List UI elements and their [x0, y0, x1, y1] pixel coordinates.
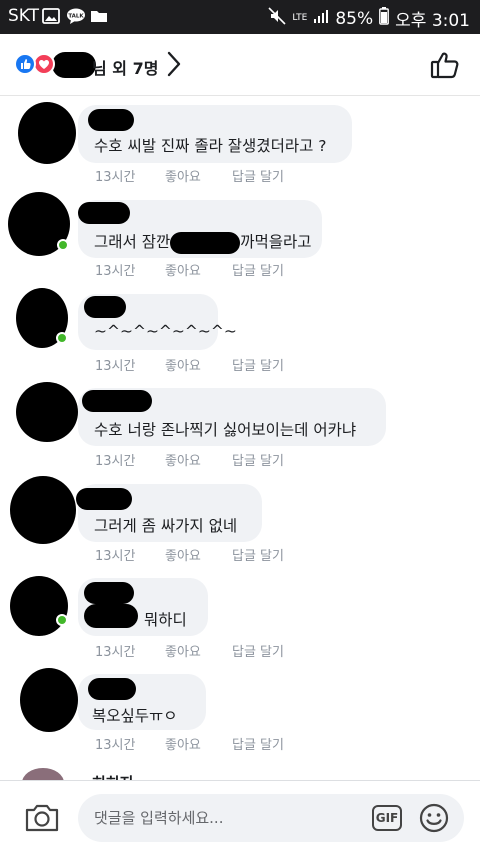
comment-bubble[interactable]: 뭐하디 — [78, 578, 208, 636]
comment-item: 그러게 좀 싸가지 없네 13시간 좋아요 답글 달기 — [0, 472, 480, 568]
like-link[interactable]: 좋아요 — [165, 450, 232, 469]
comment-bubble[interactable]: 복오싶두ㅠㅇ — [78, 674, 206, 730]
like-link[interactable]: 좋아요 — [165, 355, 232, 374]
avatar[interactable] — [22, 768, 64, 780]
battery-percent: 85% — [335, 8, 374, 29]
comment-text: 그래서 잠깐 까먹을라고 — [94, 230, 312, 254]
reply-link[interactable]: 답글 달기 — [232, 450, 284, 469]
reply-link[interactable]: 답글 달기 — [232, 166, 284, 185]
status-right: LTE 85% 오후 3:01 — [268, 6, 470, 31]
redacted-author — [84, 296, 126, 318]
reactors-count: 님 외 7명 — [92, 59, 159, 78]
comment-time: 13시간 — [95, 549, 136, 564]
like-reaction-icon — [14, 53, 36, 75]
reply-link[interactable]: 답글 달기 — [232, 641, 284, 660]
comment-bubble[interactable]: 그래서 잠깐 까먹을라고 — [78, 200, 322, 258]
redacted-author — [88, 678, 136, 700]
avatar[interactable] — [20, 668, 78, 732]
partial-author: 히히지 — [92, 772, 133, 780]
redacted-author — [76, 488, 132, 510]
comment-text: ~^~^~^~^~^~ — [94, 322, 237, 340]
redacted-author — [88, 109, 134, 131]
comment-actions: 13시간 좋아요 답글 달기 — [95, 260, 284, 279]
comment-item: 복오싶두ㅠㅇ 13시간 좋아요 답글 달기 — [0, 664, 480, 764]
comment-actions: 13시간 좋아요 답글 달기 — [95, 355, 284, 374]
online-indicator — [56, 614, 68, 626]
comment-text-part: 그래서 잠깐 — [94, 233, 171, 251]
comment-time: 13시간 — [95, 454, 136, 469]
avatar[interactable] — [18, 102, 76, 164]
comment-actions: 13시간 좋아요 답글 달기 — [95, 166, 284, 185]
comment-bubble[interactable]: ~^~^~^~^~^~ — [78, 294, 237, 350]
comment-time: 13시간 — [95, 359, 136, 374]
comment-bubble[interactable]: 수호 씨발 진짜 졸라 잘생겼더라고 ? — [78, 105, 352, 163]
comment-bubble[interactable]: 그러게 좀 싸가지 없네 — [76, 484, 262, 542]
camera-icon[interactable] — [24, 803, 60, 837]
reply-link[interactable]: 답글 달기 — [232, 734, 284, 753]
redacted-word — [84, 604, 138, 628]
comment-actions: 13시간 좋아요 답글 달기 — [95, 545, 284, 564]
like-link[interactable]: 좋아요 — [165, 545, 232, 564]
online-indicator — [56, 332, 68, 344]
love-reaction-icon — [33, 53, 55, 75]
comment-time: 13시간 — [95, 170, 136, 185]
comment-item: 수호 씨발 진짜 졸라 잘생겼더라고 ? 13시간 좋아요 답글 달기 — [0, 96, 480, 188]
comment-bubble[interactable]: 수호 너랑 존나찍기 싫어보이는데 어카냐 — [78, 388, 386, 446]
comment-text: 뭐하디 — [144, 611, 187, 629]
status-bar: SKT TALK LTE 85% 오후 3:01 — [0, 0, 480, 34]
comment-time: 13시간 — [95, 264, 136, 279]
thumbs-up-icon[interactable] — [430, 51, 460, 83]
battery-icon — [379, 7, 390, 30]
reply-link[interactable]: 답글 달기 — [232, 355, 284, 374]
comment-item: 그래서 잠깐 까먹을라고 13시간 좋아요 답글 달기 — [0, 188, 480, 280]
comment-time: 13시간 — [95, 645, 136, 660]
comment-text: 복오싶두ㅠㅇ — [92, 707, 178, 725]
partial-comment: 히히지 — [0, 764, 480, 780]
comment-text: 수호 씨발 진짜 졸라 잘생겼더라고 ? — [94, 137, 327, 155]
redacted-author — [82, 390, 152, 412]
clock: 오후 3:01 — [395, 11, 470, 31]
comment-item: 수호 너랑 존나찍기 싫어보이는데 어카냐 13시간 좋아요 답글 달기 — [0, 376, 480, 472]
carrier-label: SKT — [8, 6, 40, 26]
comment-composer: GIF — [0, 780, 480, 853]
comment-actions: 13시간 좋아요 답글 달기 — [95, 641, 284, 660]
comment-text: 그러게 좀 싸가지 없네 — [94, 517, 238, 535]
mute-icon — [268, 7, 286, 30]
comment-text-part: 까먹을라고 — [240, 233, 312, 251]
avatar[interactable] — [10, 576, 68, 636]
emoji-icon[interactable] — [419, 803, 449, 837]
signal-icon — [313, 8, 329, 29]
avatar[interactable] — [10, 476, 76, 544]
network-label: LTE — [292, 13, 308, 23]
like-link[interactable]: 좋아요 — [165, 734, 232, 753]
comment-input[interactable] — [78, 794, 464, 842]
comment-item: 뭐하디 13시간 좋아요 답글 달기 — [0, 568, 480, 664]
comment-actions: 13시간 좋아요 답글 달기 — [95, 734, 284, 753]
redacted-name — [52, 52, 96, 78]
redacted-author — [84, 582, 134, 604]
redacted-author — [78, 202, 130, 224]
talk-icon: TALK — [66, 8, 86, 28]
gif-button[interactable]: GIF — [372, 805, 402, 831]
comment-time: 13시간 — [95, 738, 136, 753]
like-link[interactable]: 좋아요 — [165, 641, 232, 660]
folder-icon — [90, 8, 108, 28]
reply-link[interactable]: 답글 달기 — [232, 545, 284, 564]
redacted-word — [170, 231, 241, 254]
svg-text:TALK: TALK — [68, 14, 84, 20]
comment-text: 수호 너랑 존나찍기 싫어보이는데 어카냐 — [94, 421, 357, 439]
like-link[interactable]: 좋아요 — [165, 260, 232, 279]
reactions-header[interactable]: 님 외 7명 — [0, 34, 480, 96]
comment-item: ~^~^~^~^~^~ 13시간 좋아요 답글 달기 — [0, 280, 480, 376]
online-indicator — [57, 239, 69, 251]
image-icon — [42, 8, 60, 28]
chevron-right-icon[interactable] — [166, 50, 182, 82]
reply-link[interactable]: 답글 달기 — [232, 260, 284, 279]
like-link[interactable]: 좋아요 — [165, 166, 232, 185]
avatar[interactable] — [16, 382, 78, 442]
comment-actions: 13시간 좋아요 답글 달기 — [95, 450, 284, 469]
